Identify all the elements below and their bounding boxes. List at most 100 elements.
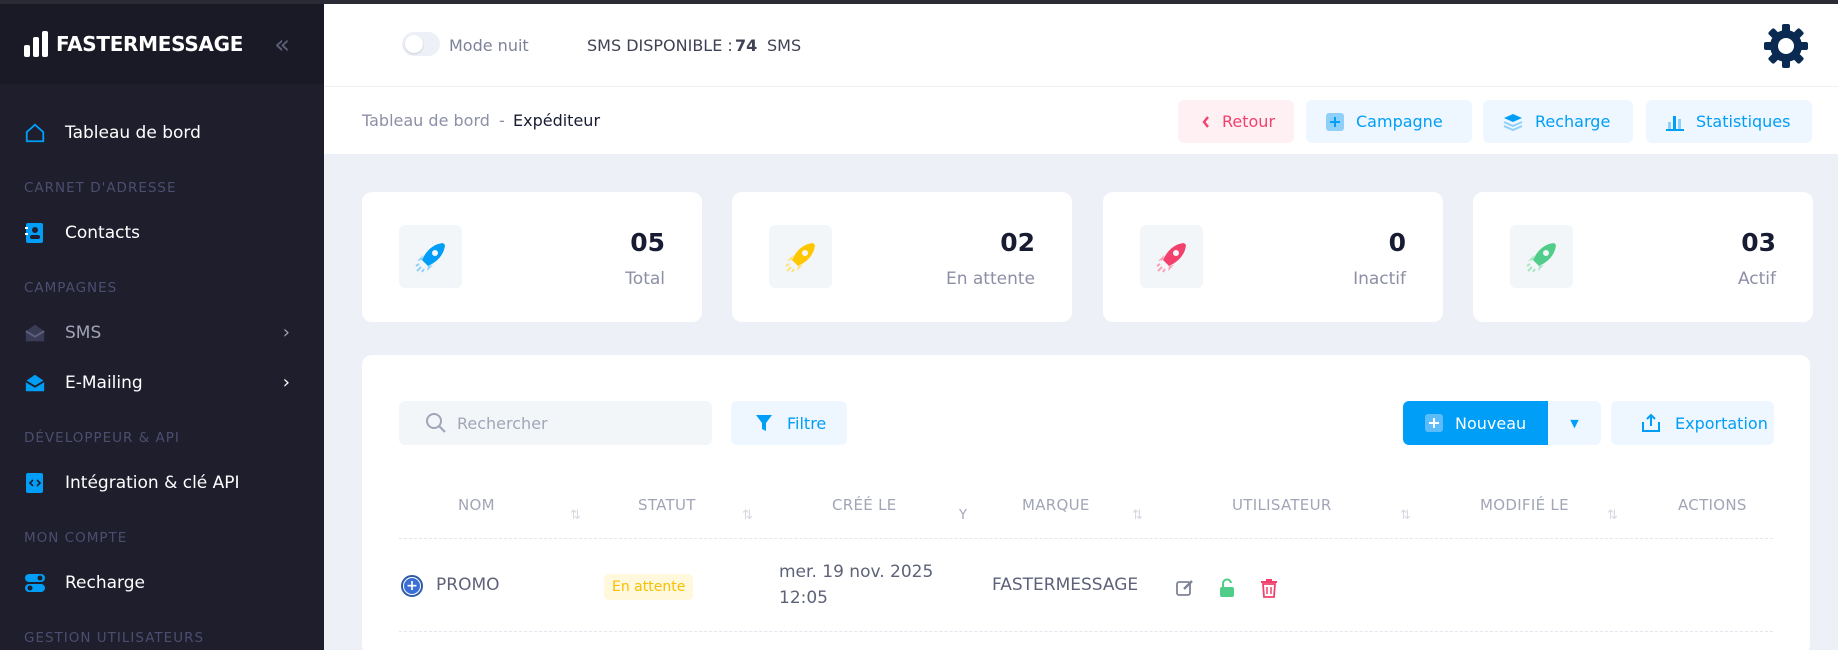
stat-card-pending: 02 En attente [732,192,1072,322]
sidebar-item-label: E-Mailing [65,373,143,393]
rocket-icon [1140,225,1203,288]
sms-available-label: SMS DISPONIBLE : [587,36,733,55]
logo-bars-icon [24,31,48,57]
search-icon [425,412,447,434]
sms-unit-label: SMS [767,36,802,55]
sidebar-item-integration[interactable]: Intégration & clé API [0,458,324,508]
edit-icon[interactable] [1174,577,1196,599]
collapse-sidebar-icon[interactable]: « [274,32,290,58]
stat-card-active: 03 Actif [1473,192,1813,322]
statistics-button[interactable]: Statistiques [1646,100,1812,143]
trash-icon[interactable] [1258,577,1280,599]
section-campaigns: CAMPAGNES [24,280,118,296]
new-button-label: Nouveau [1455,413,1527,433]
stat-label: Total [625,269,665,289]
column-header-name[interactable]: NOM [458,496,495,514]
sort-icon[interactable]: ⇅ [1400,508,1411,523]
brand-name: FASTERMESSAGE [56,32,244,56]
home-icon [24,122,46,144]
toggle-card-icon [24,572,46,594]
chevron-left-icon [1202,115,1210,128]
sidebar-item-label: Recharge [65,573,145,593]
stat-value: 05 [630,228,665,257]
breadcrumb-separator: - [499,111,505,130]
column-header-created[interactable]: CRÉÉ LE [832,496,897,514]
sidebar-item-recharge[interactable]: Recharge [0,558,324,608]
back-button[interactable]: Retour [1178,100,1294,143]
chevron-right-icon: › [282,322,290,343]
column-header-status[interactable]: STATUT [638,496,696,514]
filter-button-label: Filtre [787,413,827,433]
table-header-divider [399,538,1773,539]
sidebar: FASTERMESSAGE « Tableau de bord CARNET D… [0,4,324,650]
layers-icon [1503,113,1523,131]
night-mode-toggle[interactable] [402,32,440,56]
filter-button[interactable]: Filtre [731,401,847,445]
sort-icon[interactable]: ⇅ [1607,508,1618,523]
senders-table-panel: Filtre Nouveau ▼ Exportation NOM ⇅ STATU… [362,355,1810,650]
sort-desc-icon[interactable]: Y [959,508,967,523]
back-button-label: Retour [1222,112,1276,131]
cell-brand: FASTERMESSAGE [992,575,1139,595]
brand[interactable]: FASTERMESSAGE « [0,4,324,84]
cell-name: PROMO [436,575,500,595]
breadcrumb-root[interactable]: Tableau de bord [362,111,490,130]
sidebar-item-label: Tableau de bord [65,123,201,143]
contact-book-icon [24,222,46,244]
stat-label: Inactif [1353,269,1406,289]
sidebar-item-label: SMS [65,323,102,343]
sms-available-count: 74 [735,36,758,55]
sms-envelope-icon [24,322,46,344]
status-badge: En attente [604,574,694,600]
section-dev: DÉVELOPPEUR & API [24,430,180,446]
funnel-icon [755,414,773,432]
sidebar-item-emailing[interactable]: E-Mailing › [0,358,324,408]
expand-row-icon[interactable]: + [401,575,423,597]
recharge-button[interactable]: Recharge [1483,100,1633,143]
sort-icon[interactable]: ⇅ [742,508,753,523]
column-header-user[interactable]: UTILISATEUR [1232,496,1332,514]
column-header-modified[interactable]: MODIFIÉ LE [1480,496,1569,514]
chevron-right-icon: › [282,372,290,393]
sidebar-item-sms[interactable]: SMS › [0,308,324,358]
recharge-button-label: Recharge [1535,112,1611,131]
stat-label: Actif [1737,269,1776,289]
sort-icon[interactable]: ⇅ [570,508,581,523]
export-icon [1641,413,1661,433]
email-envelope-icon [24,372,46,394]
sidebar-item-dashboard[interactable]: Tableau de bord [0,108,324,158]
stat-label: En attente [945,269,1035,289]
top-header: Mode nuit SMS DISPONIBLE : 74 SMS [324,4,1838,86]
cell-created-date: mer. 19 nov. 2025 [779,562,934,582]
stat-card-inactive: 0 Inactif [1103,192,1443,322]
sort-icon[interactable]: ⇅ [1132,508,1143,523]
export-button-label: Exportation [1675,413,1768,433]
section-account: MON COMPTE [24,530,128,546]
campaign-button-label: Campagne [1356,112,1443,131]
unlock-icon[interactable] [1216,577,1238,599]
subheader: Tableau de bord - Expéditeur Retour Camp… [324,86,1838,154]
stat-card-total: 05 Total [362,192,702,322]
plus-square-icon [1326,112,1344,131]
search-box[interactable] [399,401,712,445]
export-button[interactable]: Exportation [1611,401,1774,445]
cell-created-time: 12:05 [779,588,828,608]
caret-down-icon[interactable]: ▼ [1548,401,1601,445]
sidebar-item-contacts[interactable]: Contacts [0,208,324,258]
gear-icon[interactable] [1762,22,1810,70]
breadcrumb-current: Expéditeur [513,111,601,130]
column-header-brand[interactable]: MARQUE [1022,496,1090,514]
code-icon [24,472,46,494]
rocket-icon [769,225,832,288]
bar-chart-icon [1666,113,1684,131]
stat-value: 0 [1388,228,1406,257]
search-input[interactable] [457,413,697,433]
rocket-icon [399,225,462,288]
new-button[interactable]: Nouveau [1403,401,1549,445]
sidebar-item-label: Contacts [65,223,140,243]
rocket-icon [1510,225,1573,288]
campaign-button[interactable]: Campagne [1306,100,1472,143]
sidebar-item-label: Intégration & clé API [65,473,240,493]
night-mode-label: Mode nuit [449,36,529,55]
column-header-actions: ACTIONS [1678,496,1747,514]
